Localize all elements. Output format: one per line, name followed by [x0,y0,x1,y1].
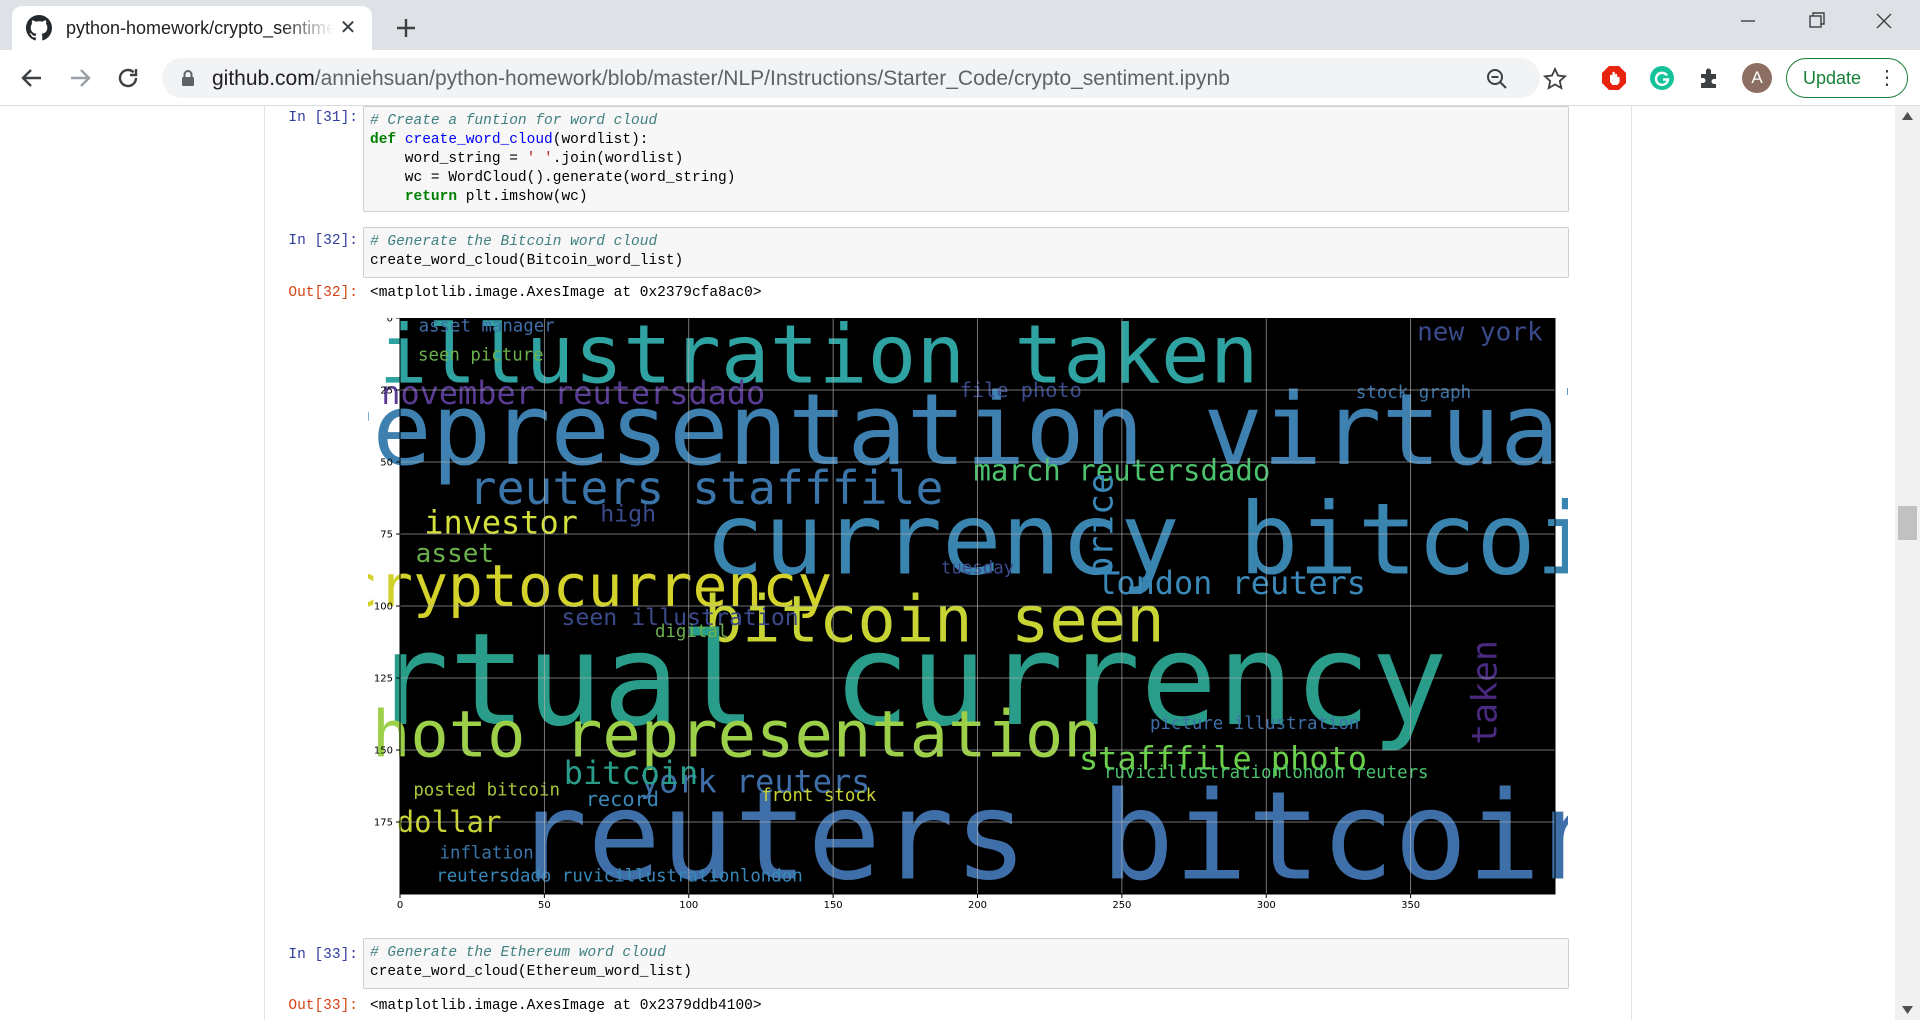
scroll-up-icon[interactable] [1902,112,1913,120]
minimize-icon[interactable] [1728,5,1768,37]
url-host: github.com [212,67,315,90]
word-cloud-word: front stock [761,786,877,806]
word-cloud-word: stock graph [1356,383,1471,403]
code-comment: # Generate the Ethereum word cloud [370,945,666,961]
x-tick-label: 0 [397,900,403,911]
notebook-border-right [1631,106,1632,1020]
menu-dots-icon[interactable]: ⋮ [1877,66,1897,90]
word-cloud-word: investor [424,503,578,541]
word-cloud-word: price [1082,473,1122,578]
code-comment: # Generate the Bitcoin word cloud [370,234,658,250]
word-cloud-word: picture illustration [1150,714,1359,734]
grammarly-icon[interactable] [1648,64,1676,92]
browser-tab[interactable]: python-homework/crypto_sentiment.ipynb ✕ [12,6,372,50]
url-text: github.com/anniehsuan/python-homework/bl… [212,67,1230,91]
code-line: wc = WordCloud().generate(word_string) [370,170,736,186]
adblock-icon[interactable] [1600,64,1628,92]
word-cloud-word: inflation [440,844,534,864]
word-cloud-axes: illustration takenrepresentation virtual… [368,318,1568,911]
y-tick-label: 75 [380,530,393,541]
notebook-border-left [264,106,265,1020]
code-line: def create_word_cloud(wordlist): [370,132,649,148]
word-cloud-word: london reuters [1097,564,1366,602]
tab-close-icon[interactable]: ✕ [336,16,360,40]
code-line: word_string = ' '.join(wordlist) [370,151,684,167]
cell-32-output: <matplotlib.image.AxesImage at 0x2379cfa… [370,285,762,301]
reload-icon[interactable] [110,60,146,96]
zoom-out-icon[interactable] [1484,66,1510,92]
github-icon [26,15,52,41]
y-tick-label: 100 [374,602,393,613]
word-cloud-word: seen picture [418,345,544,365]
x-tick-label: 250 [1112,900,1131,911]
word-cloud-figure: illustration takenrepresentation virtual… [368,318,1568,911]
x-tick-label: 150 [824,900,843,911]
tab-title: python-homework/crypto_sentiment.ipynb [66,17,334,38]
code-line: create_word_cloud(Ethereum_word_list) [370,964,692,980]
x-tick-label: 100 [679,900,698,911]
word-cloud-word: record [586,787,659,811]
browser-toolbar: github.com/anniehsuan/python-homework/bl… [0,50,1920,106]
word-cloud-word: photo representation [368,699,1102,773]
word-cloud-word: november reutersdado [381,374,765,412]
word-cloud-word: high [600,500,656,527]
word-cloud-word: new york [1417,318,1543,347]
new-tab-icon[interactable] [390,12,422,44]
close-icon[interactable] [1864,5,1904,37]
x-tick-label: 350 [1401,900,1420,911]
back-icon[interactable] [14,60,50,96]
url-path: /anniehsuan/python-homework/blob/master/… [314,67,1230,90]
y-tick-label: 25 [380,386,393,397]
tab-strip: python-homework/crypto_sentiment.ipynb ✕ [0,0,1920,50]
address-bar[interactable]: github.com/anniehsuan/python-homework/bl… [162,58,1540,98]
word-cloud-word: taken [1466,640,1506,745]
word-cloud-word: reutersdado ruvicillustrationlondon [436,867,802,887]
code-line: create_word_cloud(Bitcoin_word_list) [370,253,684,269]
cell-33-out-prompt: Out[33]: [288,998,358,1014]
string-literal: ' ' [526,151,553,167]
update-label: Update [1803,67,1862,88]
y-tick-label: 150 [374,746,393,757]
x-tick-label: 50 [538,900,551,911]
function-name: create_word_cloud [404,132,553,148]
x-tick-label: 300 [1257,900,1276,911]
keyword-def: def [370,132,397,148]
cell-33-prompt: In [33]: [288,947,358,963]
scroll-down-icon[interactable] [1902,1006,1913,1014]
restore-icon[interactable] [1796,5,1836,37]
extensions-icon[interactable] [1696,64,1724,92]
x-tick-label: 200 [968,900,987,911]
y-tick-label: 125 [374,674,393,685]
forward-icon[interactable] [62,60,98,96]
code-comment: # Create a funtion for word cloud [370,113,658,129]
y-tick-label: 50 [380,458,393,469]
cell-32-prompt: In [32]: [288,233,358,249]
cell-33-output: <matplotlib.image.AxesImage at 0x2379ddb… [370,998,762,1014]
cell-31-prompt: In [31]: [288,110,358,126]
star-icon[interactable] [1542,66,1568,92]
avatar[interactable]: A [1742,63,1772,93]
lock-icon[interactable] [180,69,196,87]
keyword-return: return [404,189,458,205]
scrollbar[interactable] [1895,106,1920,1020]
cell-32-code[interactable]: # Generate the Bitcoin word cloud create… [363,227,1569,278]
word-cloud-word: posted bitcoin [413,780,560,800]
y-tick-label: 175 [374,818,393,829]
page-content: In [31]: # Create a funtion for word clo… [0,106,1920,1020]
cell-33-code[interactable]: # Generate the Ethereum word cloud creat… [363,938,1569,989]
cell-31-code[interactable]: # Create a funtion for word cloud def cr… [363,106,1569,212]
word-cloud-word: digital [655,622,728,642]
word-cloud-word: asset [416,539,495,569]
scrollbar-thumb[interactable] [1898,506,1917,540]
word-cloud-word: asset manager [419,318,555,337]
cell-32-out-prompt: Out[32]: [288,285,358,301]
y-tick-label: 0 [387,318,393,325]
code-line: return plt.imshow(wc) [404,189,588,205]
update-button[interactable]: Update ⋮ [1786,58,1908,98]
